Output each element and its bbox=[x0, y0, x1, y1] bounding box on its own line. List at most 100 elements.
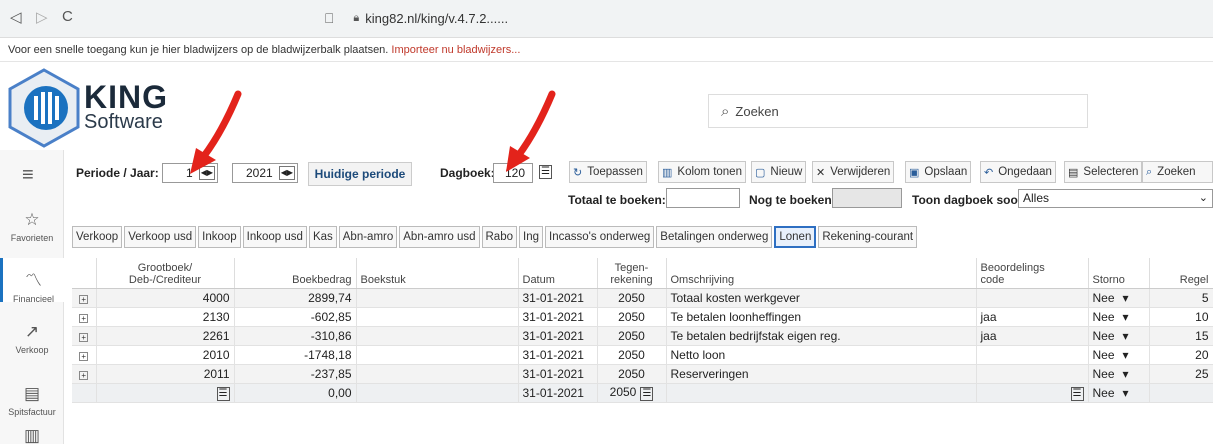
cell-tegenrekening[interactable]: 2050 bbox=[597, 288, 667, 308]
table-row[interactable]: +2261 -310,86 31-01-2021 2050 Te betalen bed… bbox=[72, 326, 1213, 346]
cell-boekstuk[interactable] bbox=[356, 364, 519, 384]
cell-omschrijving[interactable] bbox=[666, 383, 977, 403]
cell-regel[interactable]: 15 bbox=[1149, 326, 1213, 346]
cell-grootboek[interactable]: 2010 bbox=[96, 345, 235, 365]
huidige-periode-button[interactable]: Huidige periode bbox=[308, 162, 412, 186]
storno-value[interactable]: Nee bbox=[1093, 291, 1115, 305]
table-row[interactable]: +4000 2899,74 31-01-2021 2050 Totaal kosten … bbox=[72, 288, 1213, 308]
lookup-list-icon[interactable]: ☰ bbox=[640, 386, 654, 401]
lookup-list-icon[interactable]: ☰ bbox=[216, 386, 230, 401]
col-boekstuk[interactable]: Boekstuk bbox=[356, 258, 519, 289]
toepassen-button[interactable]: ↻ Toepassen bbox=[569, 161, 647, 183]
cell-tegenrekening[interactable]: 2050 bbox=[597, 364, 667, 384]
cell-beoordelingscode[interactable]: jaa bbox=[976, 307, 1089, 327]
selecteren-button[interactable]: ▤ Selecteren bbox=[1064, 161, 1143, 183]
expand-plus-icon[interactable]: + bbox=[79, 313, 89, 323]
col-boekbedrag[interactable]: Boekbedrag bbox=[234, 258, 357, 289]
storno-value[interactable]: Nee bbox=[1093, 386, 1115, 400]
table-row[interactable]: +2130 -602,85 31-01-2021 2050 Te betalen loo… bbox=[72, 307, 1213, 327]
expand-plus-icon[interactable]: + bbox=[79, 370, 89, 380]
nieuw-button[interactable]: ▢ Nieuw bbox=[751, 161, 807, 183]
expand-cell[interactable]: + bbox=[72, 364, 97, 384]
cell-boekstuk[interactable] bbox=[356, 307, 519, 327]
cell-storno[interactable]: Nee ▾ bbox=[1088, 288, 1150, 308]
tab-betalingen-onderweg[interactable]: Betalingen onderweg bbox=[656, 226, 773, 248]
sidebar-item-financieel[interactable]: 〽 Financieel bbox=[0, 258, 64, 304]
spinner-arrows-icon[interactable]: ◀▶ bbox=[278, 166, 295, 180]
cell-boekstuk[interactable] bbox=[356, 383, 519, 403]
cell-boekbedrag[interactable]: -1748,18 bbox=[234, 345, 357, 365]
cell-beoordelingscode[interactable] bbox=[976, 364, 1089, 384]
cell-grootboek[interactable]: ☰ bbox=[96, 383, 235, 403]
address-bar[interactable]: ⎕ 🔒︎ king82.nl/king/v.4.7.2...... bbox=[325, 6, 725, 30]
import-bookmarks-link[interactable]: Importeer nu bladwijzers... bbox=[391, 44, 520, 56]
sidebar-item-verkoop[interactable]: ↗ Verkoop bbox=[0, 322, 64, 355]
cell-tegenrekening[interactable]: 2050 ☰ bbox=[597, 383, 667, 403]
col-beoordelingscode[interactable]: Beoordelings code bbox=[976, 258, 1089, 289]
cell-beoordelingscode[interactable]: ☰ bbox=[976, 383, 1089, 403]
cell-beoordelingscode[interactable]: jaa bbox=[976, 326, 1089, 346]
cell-omschrijving[interactable]: Te betalen loonheffingen bbox=[666, 307, 977, 327]
tab-abn-amro-usd[interactable]: Abn-amro usd bbox=[399, 226, 480, 248]
cell-omschrijving[interactable]: Reserveringen bbox=[666, 364, 977, 384]
back-icon[interactable]: ◁ bbox=[10, 8, 22, 26]
col-grootboek[interactable]: Grootboek/ Deb-/Crediteur bbox=[96, 258, 235, 289]
dropdown-arrow-icon[interactable]: ▾ bbox=[1122, 367, 1128, 381]
cell-tegenrekening[interactable]: 2050 bbox=[597, 326, 667, 346]
cell-storno[interactable]: Nee ▾ bbox=[1088, 345, 1150, 365]
cell-boekbedrag[interactable]: 0,00 bbox=[234, 383, 357, 403]
zoeken-button[interactable]: ⌕ Zoeken bbox=[1142, 161, 1213, 183]
cell-boekbedrag[interactable]: -602,85 bbox=[234, 307, 357, 327]
cell-boekstuk[interactable] bbox=[356, 288, 519, 308]
cell-boekbedrag[interactable]: 2899,74 bbox=[234, 288, 357, 308]
table-row[interactable]: +2011 -237,85 31-01-2021 2050 Reserveringen N… bbox=[72, 364, 1213, 384]
col-omschrijving[interactable]: Omschrijving bbox=[666, 258, 977, 289]
totaal-te-boeken-field[interactable] bbox=[666, 188, 740, 208]
cell-grootboek[interactable]: 2261 bbox=[96, 326, 235, 346]
cell-beoordelingscode[interactable] bbox=[976, 288, 1089, 308]
dropdown-arrow-icon[interactable]: ▾ bbox=[1122, 310, 1128, 324]
cell-regel[interactable]: 10 bbox=[1149, 307, 1213, 327]
cell-grootboek[interactable]: 2130 bbox=[96, 307, 235, 327]
expand-cell[interactable]: + bbox=[72, 345, 97, 365]
cell-omschrijving[interactable]: Totaal kosten werkgever bbox=[666, 288, 977, 308]
forward-icon[interactable]: ▷ bbox=[36, 8, 48, 26]
col-regel[interactable]: Regel bbox=[1149, 258, 1213, 289]
king-logo-icon[interactable] bbox=[8, 68, 80, 148]
col-datum[interactable]: Datum bbox=[518, 258, 598, 289]
expand-plus-icon[interactable]: + bbox=[79, 294, 89, 304]
cell-regel[interactable]: 5 bbox=[1149, 288, 1213, 308]
cell-datum[interactable]: 31-01-2021 bbox=[518, 288, 598, 308]
col-tegenrekening[interactable]: Tegen- rekening bbox=[597, 258, 667, 289]
sidebar-item-favorieten[interactable]: ☆ Favorieten bbox=[0, 210, 64, 243]
tab-rekening-courant[interactable]: Rekening-courant bbox=[818, 226, 918, 248]
cell-storno[interactable]: Nee ▾ bbox=[1088, 307, 1150, 327]
tegen-value[interactable]: 2050 bbox=[610, 385, 637, 399]
cell-boekstuk[interactable] bbox=[356, 345, 519, 365]
lookup-list-icon[interactable]: ☰ bbox=[1070, 386, 1084, 401]
cell-datum[interactable]: 31-01-2021 bbox=[518, 326, 598, 346]
new-entry-row[interactable]: ☰ 0,00 31-01-2021 2050 ☰ ☰ Nee ▾ bbox=[72, 383, 1213, 403]
cell-datum[interactable]: 31-01-2021 bbox=[518, 307, 598, 327]
cell-grootboek[interactable]: 4000 bbox=[96, 288, 235, 308]
expand-cell[interactable]: + bbox=[72, 288, 97, 308]
cell-datum[interactable]: 31-01-2021 bbox=[518, 364, 598, 384]
tab-verkoop-usd[interactable]: Verkoop usd bbox=[124, 226, 197, 248]
reload-icon[interactable]: C bbox=[62, 8, 73, 25]
search-placeholder[interactable]: Zoeken bbox=[735, 104, 778, 119]
expand-plus-icon[interactable]: + bbox=[79, 332, 89, 342]
cell-boekstuk[interactable] bbox=[356, 326, 519, 346]
bookmark-star-icon[interactable]: ⎕ bbox=[325, 10, 333, 27]
cell-tegenrekening[interactable]: 2050 bbox=[597, 345, 667, 365]
tab-inkoop[interactable]: Inkoop bbox=[198, 226, 241, 248]
tab-incasso-s-onderweg[interactable]: Incasso's onderweg bbox=[545, 226, 655, 248]
kolom-tonen-button[interactable]: ▥ Kolom tonen bbox=[658, 161, 746, 183]
ongedaan-button[interactable]: ↶ Ongedaan bbox=[980, 161, 1056, 183]
cell-boekbedrag[interactable]: -237,85 bbox=[234, 364, 357, 384]
sidebar-item-more[interactable]: ▥ bbox=[0, 426, 64, 444]
menu-icon[interactable]: ≡ bbox=[22, 164, 34, 187]
sidebar-item-spitsfactuur[interactable]: ▤ Spitsfactuur bbox=[0, 384, 64, 417]
cell-datum[interactable]: 31-01-2021 bbox=[518, 383, 598, 403]
cell-omschrijving[interactable]: Netto loon bbox=[666, 345, 977, 365]
cell-storno[interactable]: Nee ▾ bbox=[1088, 364, 1150, 384]
